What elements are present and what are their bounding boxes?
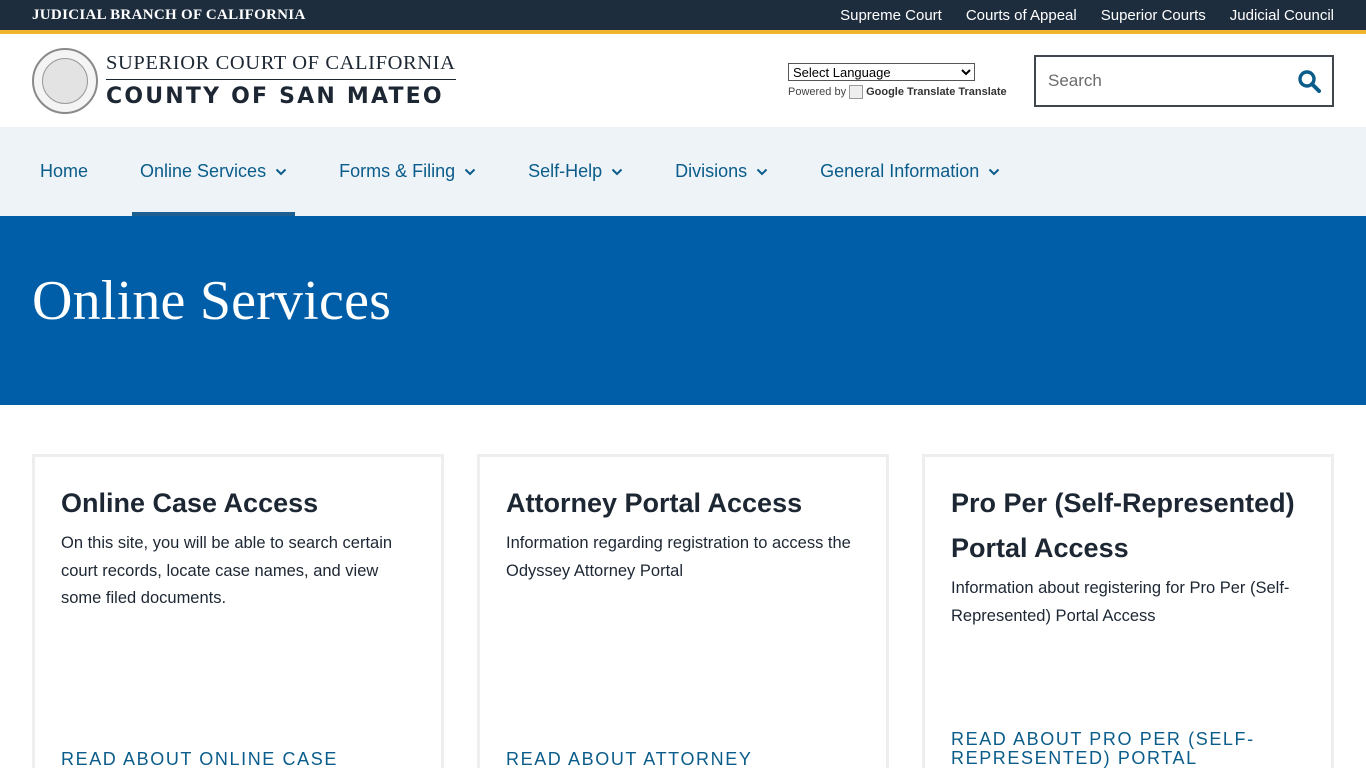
chevron-down-icon (611, 168, 623, 176)
card-title: Attorney Portal Access (506, 488, 803, 518)
search-box (1034, 55, 1334, 107)
chevron-down-icon (756, 168, 768, 176)
card-body: On this site, you will be able to search… (61, 534, 393, 607)
nav-home-label: Home (40, 161, 89, 181)
read-more-link[interactable]: READ ABOUT PRO PER (SELF-REPRESENTED) PO… (951, 730, 1331, 768)
main-nav: Home Online Services Forms & Filing Self… (0, 127, 1366, 216)
chevron-down-icon (275, 168, 287, 176)
page-hero: Online Services (0, 216, 1366, 405)
language-select[interactable]: Select Language (788, 63, 975, 81)
link-judicial-council[interactable]: Judicial Council (1230, 7, 1334, 24)
google-translate-label[interactable]: Google Translate (866, 86, 955, 98)
nav-self-help[interactable]: Self-Help (520, 127, 631, 216)
court-name-logo[interactable]: SUPERIOR COURT OF CALIFORNIA COUNTY OF S… (106, 52, 456, 109)
link-superior-courts[interactable]: Superior Courts (1101, 7, 1206, 24)
search-icon (1298, 70, 1321, 93)
nav-forms-filing[interactable]: Forms & Filing (331, 127, 484, 216)
nav-forms-filing-label: Forms & Filing (339, 161, 456, 181)
card-body: Information about registering for Pro Pe… (951, 579, 1290, 625)
nav-online-services[interactable]: Online Services (132, 127, 296, 216)
court-name-line2: COUNTY OF SAN MATEO (106, 84, 444, 109)
nav-general-information-label: General Information (820, 161, 980, 181)
card-online-case-access: Online Case Access On this site, you wil… (32, 454, 444, 768)
court-name-line1: SUPERIOR COURT OF CALIFORNIA (106, 52, 456, 80)
read-more-link[interactable]: READ ABOUT ATTORNEY (506, 750, 752, 768)
top-utility-bar: JUDICIAL BRANCH OF CALIFORNIA Supreme Co… (0, 0, 1366, 34)
link-supreme-court[interactable]: Supreme Court (840, 7, 942, 24)
google-translate-widget: Select Language Powered by Google Transl… (788, 63, 1007, 99)
service-cards: Online Case Access On this site, you wil… (0, 405, 1366, 768)
chevron-down-icon (988, 168, 1000, 176)
card-attorney-portal-access: Attorney Portal Access Information regar… (477, 454, 889, 768)
nav-self-help-label: Self-Help (528, 161, 603, 181)
nav-divisions[interactable]: Divisions (667, 127, 776, 216)
card-pro-per-portal-access: Pro Per (Self-Represented) Portal Access… (922, 454, 1334, 768)
nav-general-information[interactable]: General Information (812, 127, 1008, 216)
nav-divisions-label: Divisions (675, 161, 748, 181)
card-title: Pro Per (Self-Represented) Portal Access (951, 488, 1295, 563)
read-more-link[interactable]: READ ABOUT ONLINE CASE (61, 750, 338, 768)
broken-image-icon (849, 85, 864, 99)
search-button[interactable] (1286, 57, 1332, 105)
nav-online-services-label: Online Services (140, 161, 267, 181)
page-title: Online Services (32, 269, 392, 332)
translate-label[interactable]: Translate (958, 86, 1006, 98)
nav-home[interactable]: Home (32, 127, 96, 216)
court-seal-logo[interactable] (32, 47, 98, 114)
seal-icon (42, 57, 88, 104)
judicial-branch-label[interactable]: JUDICIAL BRANCH OF CALIFORNIA (32, 7, 306, 24)
chevron-down-icon (464, 168, 476, 176)
powered-by-label: Powered by (788, 86, 847, 98)
top-links: Supreme Court Courts of Appeal Superior … (840, 7, 1334, 24)
powered-by: Powered by Google Translate Translate (788, 85, 1007, 99)
site-header: SUPERIOR COURT OF CALIFORNIA COUNTY OF S… (0, 34, 1366, 127)
card-body: Information regarding registration to ac… (506, 534, 851, 580)
link-courts-of-appeal[interactable]: Courts of Appeal (966, 7, 1077, 24)
search-input[interactable] (1036, 57, 1286, 105)
card-title: Online Case Access (61, 488, 319, 518)
